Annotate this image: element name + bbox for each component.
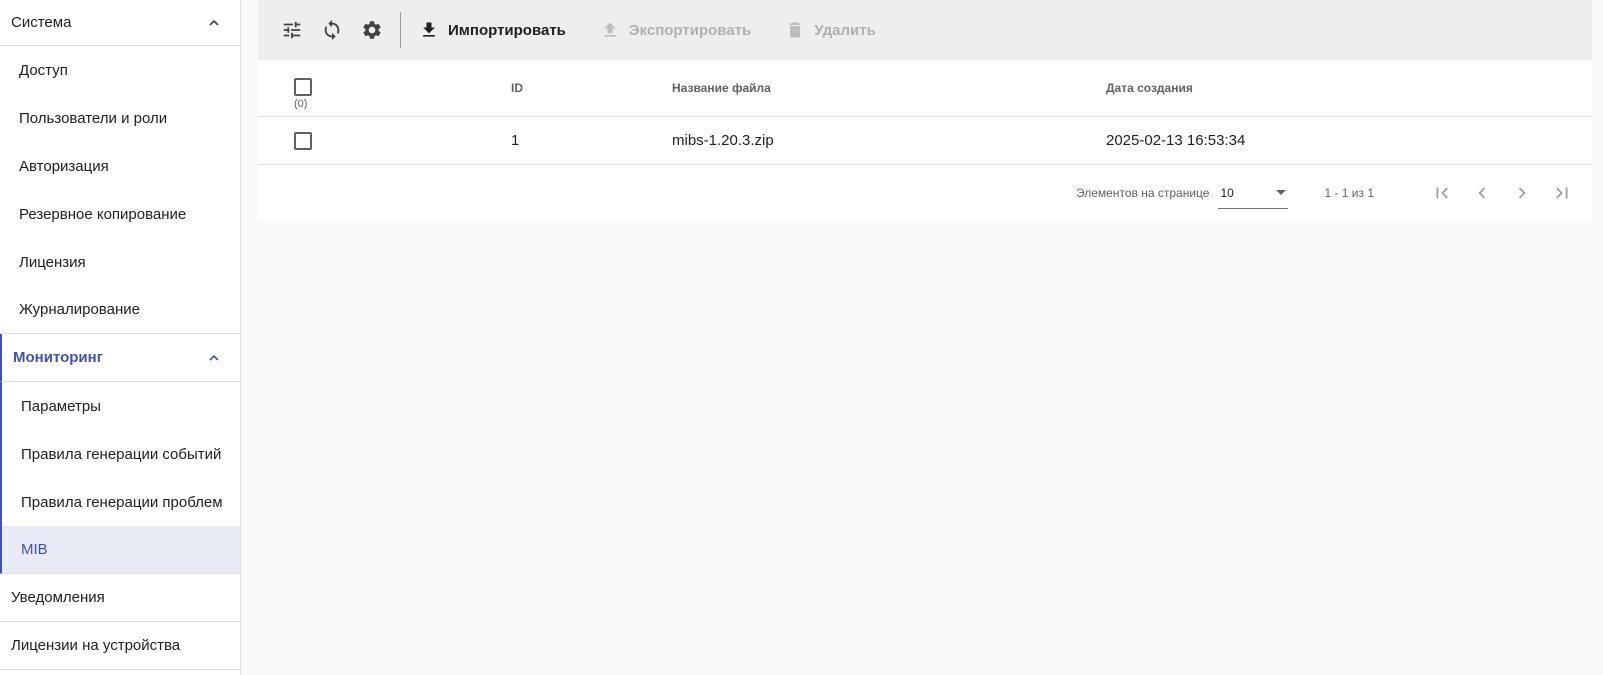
sidebar-item-device-licenses[interactable]: Лицензии на устройства bbox=[0, 622, 240, 670]
last-page-icon[interactable] bbox=[1550, 181, 1574, 205]
cell-created: 2025-02-13 16:53:34 bbox=[1106, 132, 1246, 149]
toolbar: Импортировать Экспортировать Удалить bbox=[258, 0, 1592, 60]
paginator: Элементов на странице 10 1 - 1 из 1 bbox=[258, 165, 1592, 221]
toolbar-divider bbox=[400, 12, 401, 48]
sidebar-item-authorization[interactable]: Авторизация bbox=[0, 142, 240, 190]
row-checkbox[interactable] bbox=[294, 131, 312, 150]
sidebar-item-access[interactable]: Доступ bbox=[0, 46, 240, 94]
cell-id: 1 bbox=[511, 132, 520, 149]
trash-icon bbox=[789, 22, 802, 38]
next-page-icon[interactable] bbox=[1510, 181, 1534, 205]
table-row[interactable]: 1 mibs-1.20.3.zip 2025-02-13 16:53:34 bbox=[258, 117, 1592, 165]
export-button-label: Экспортировать bbox=[628, 21, 752, 39]
previous-page-icon[interactable] bbox=[1470, 181, 1494, 205]
chevron-up-icon bbox=[208, 17, 220, 29]
delete-button-label: Удалить bbox=[814, 21, 876, 39]
page-size-select[interactable]: 10 bbox=[1218, 177, 1289, 209]
sidebar-item-label: Пользователи и роли bbox=[19, 109, 168, 127]
page-size-value: 10 bbox=[1220, 185, 1234, 200]
sidebar-item-problem-rules[interactable]: Правила генерации проблем bbox=[0, 478, 240, 526]
sidebar-item-label: Уведомления bbox=[11, 589, 105, 606]
sidebar-item-label: Лицензии на устройства bbox=[11, 637, 181, 654]
export-button[interactable]: Экспортировать bbox=[600, 20, 751, 40]
sidebar-section-system[interactable]: Система bbox=[0, 0, 240, 46]
sidebar-item-logging[interactable]: Журналирование bbox=[0, 286, 240, 334]
sidebar-section-label: Мониторинг bbox=[13, 349, 103, 366]
select-all-cell: (0) bbox=[258, 60, 511, 116]
sidebar-item-label: Лицензия bbox=[19, 253, 86, 271]
sidebar-item-label: Параметры bbox=[21, 397, 101, 415]
sidebar-section-monitoring[interactable]: Мониторинг bbox=[0, 334, 240, 382]
sidebar-item-label: Правила генерации событий bbox=[21, 445, 222, 463]
page-range: 1 - 1 из 1 bbox=[1324, 186, 1374, 200]
sidebar-item-label: Авторизация bbox=[19, 157, 109, 175]
delete-button[interactable]: Удалить bbox=[785, 20, 876, 40]
chevron-up-icon bbox=[208, 352, 220, 364]
sidebar-item-label: MIB bbox=[21, 541, 48, 558]
mib-table: (0) ID Название файла Дата создания 1 mi… bbox=[258, 60, 1592, 221]
import-button[interactable]: Импортировать bbox=[419, 20, 566, 40]
cell-filename: mibs-1.20.3.zip bbox=[672, 132, 774, 149]
sidebar-item-mib[interactable]: MIB bbox=[0, 526, 240, 574]
table-header: (0) ID Название файла Дата создания bbox=[258, 60, 1592, 117]
sidebar-item-label: Резервное копирование bbox=[19, 205, 187, 223]
sidebar: Система Доступ Пользователи и роли Автор… bbox=[0, 0, 241, 675]
sidebar-item-label: Правила генерации проблем bbox=[21, 493, 223, 511]
dropdown-arrow-icon bbox=[1276, 190, 1287, 195]
sidebar-item-parameters[interactable]: Параметры bbox=[0, 382, 240, 430]
sidebar-item-label: Доступ bbox=[19, 61, 68, 79]
refresh-icon[interactable] bbox=[320, 18, 344, 42]
column-header-id[interactable]: ID bbox=[511, 81, 672, 95]
selected-count: (0) bbox=[294, 98, 308, 110]
first-page-icon[interactable] bbox=[1430, 181, 1454, 205]
sidebar-item-event-rules[interactable]: Правила генерации событий bbox=[0, 430, 240, 478]
select-all-checkbox[interactable] bbox=[294, 78, 312, 96]
tune-icon[interactable] bbox=[280, 18, 304, 42]
sidebar-item-label: Журналирование bbox=[19, 301, 140, 318]
sidebar-item-notifications[interactable]: Уведомления bbox=[0, 574, 240, 622]
page-size-label: Элементов на странице bbox=[1076, 186, 1210, 200]
upload-icon bbox=[604, 22, 616, 37]
settings-icon[interactable] bbox=[360, 18, 384, 42]
download-icon bbox=[423, 22, 435, 37]
sidebar-monitoring-group: Параметры Правила генерации событий Прав… bbox=[0, 382, 240, 574]
sidebar-item-license[interactable]: Лицензия bbox=[0, 238, 240, 286]
column-header-filename[interactable]: Название файла bbox=[672, 81, 1106, 95]
row-select-cell bbox=[258, 117, 511, 164]
sidebar-item-backup[interactable]: Резервное копирование bbox=[0, 190, 240, 238]
sidebar-item-users-roles[interactable]: Пользователи и роли bbox=[0, 94, 240, 142]
import-button-label: Импортировать bbox=[448, 21, 566, 39]
main-content: Импортировать Экспортировать Удалить (0)… bbox=[258, 0, 1592, 221]
sidebar-section-label: Система bbox=[11, 14, 72, 31]
column-header-created[interactable]: Дата создания bbox=[1106, 81, 1592, 95]
